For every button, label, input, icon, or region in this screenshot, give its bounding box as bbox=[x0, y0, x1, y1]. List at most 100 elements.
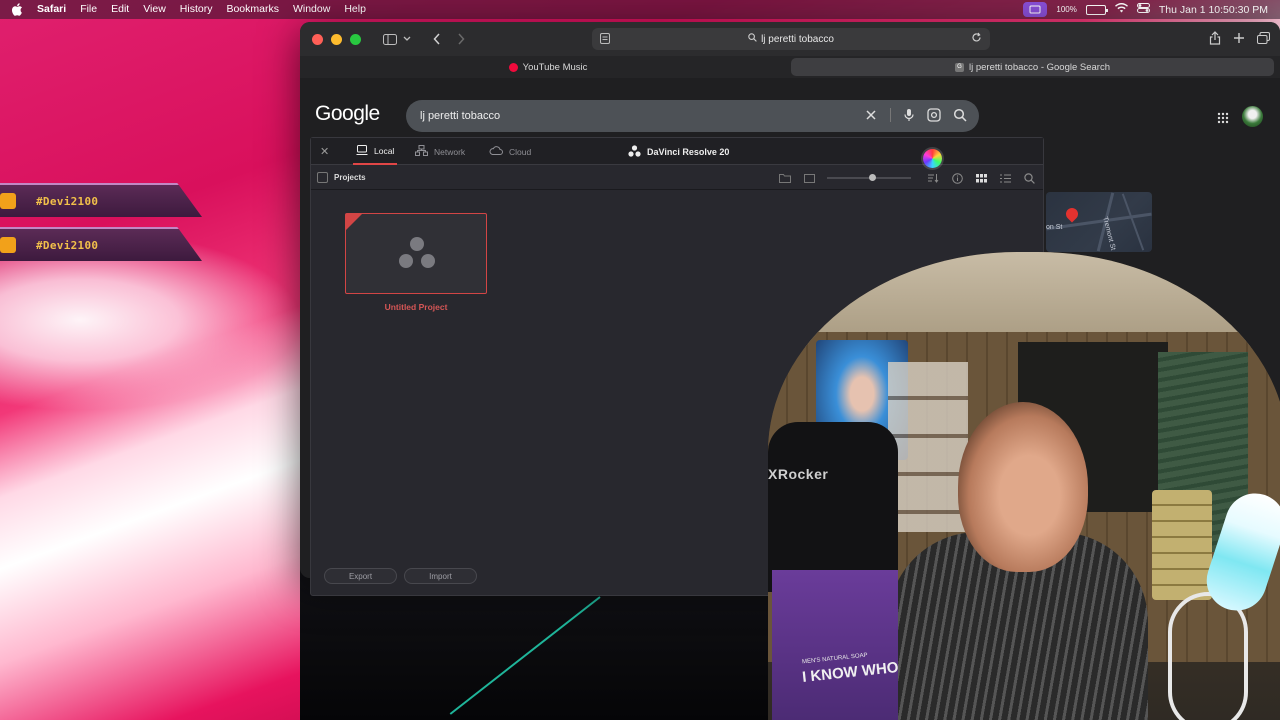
search-divider bbox=[890, 108, 891, 122]
google-apps-icon[interactable] bbox=[1217, 111, 1229, 129]
export-button[interactable]: Export bbox=[324, 568, 397, 584]
network-icon bbox=[415, 145, 428, 158]
menu-help[interactable]: Help bbox=[337, 0, 373, 19]
minimize-window-button[interactable] bbox=[331, 33, 342, 45]
sidebar-toggle-icon[interactable] bbox=[383, 33, 397, 45]
computer-icon bbox=[356, 144, 368, 157]
tab-label: Local bbox=[374, 145, 395, 156]
page-menu-icon[interactable] bbox=[600, 33, 610, 47]
apple-menu-icon[interactable] bbox=[12, 3, 24, 16]
map-road bbox=[1121, 193, 1145, 251]
window-controls bbox=[312, 33, 361, 45]
project-name[interactable]: Untitled Project bbox=[345, 302, 487, 312]
forward-icon[interactable] bbox=[457, 33, 465, 45]
tab-label: Cloud bbox=[509, 146, 532, 157]
projects-toolbar: Projects bbox=[311, 166, 1043, 190]
stream-name-tag: #Devi2100 bbox=[0, 183, 202, 217]
menu-clock[interactable]: Thu Jan 1 10:50:30 PM bbox=[1159, 4, 1268, 16]
twitch-badge-icon bbox=[0, 193, 16, 209]
google-favicon-icon: G bbox=[955, 62, 964, 72]
tab-google-search[interactable]: G lj peretti tobacco - Google Search bbox=[791, 58, 1274, 76]
tab-cloud[interactable]: Cloud bbox=[489, 138, 531, 165]
webcam-mic-stand bbox=[1168, 592, 1248, 720]
address-text: lj peretti tobacco bbox=[761, 33, 834, 45]
webcam-shelf bbox=[888, 362, 968, 532]
webcam-overlay: XRocker MEN'S NATURAL SOAP I KNOW WHO bbox=[768, 252, 1280, 720]
davinci-logo-icon bbox=[398, 236, 436, 275]
tab-local[interactable]: Local bbox=[353, 138, 398, 165]
menu-file[interactable]: File bbox=[73, 0, 104, 19]
cloud-icon bbox=[489, 146, 503, 157]
search-query-text: lj peretti tobacco bbox=[420, 110, 501, 122]
map-street-label: on St bbox=[1046, 224, 1063, 231]
stream-tag-text: #Devi2100 bbox=[36, 238, 99, 252]
menu-view[interactable]: View bbox=[136, 0, 173, 19]
menu-edit[interactable]: Edit bbox=[104, 0, 136, 19]
back-icon[interactable] bbox=[433, 33, 441, 45]
thumbnail-size-slider[interactable] bbox=[827, 174, 911, 181]
map-pin-icon bbox=[1063, 205, 1081, 223]
youtube-music-favicon-icon bbox=[508, 62, 518, 72]
wifi-icon[interactable] bbox=[1114, 3, 1128, 16]
resolve-title: DaVinci Resolve 20 bbox=[628, 138, 729, 165]
chair-brand-text: XRocker bbox=[768, 466, 829, 482]
voice-search-icon[interactable] bbox=[903, 108, 915, 125]
webcam-person-head bbox=[958, 402, 1088, 572]
google-logo[interactable]: Google bbox=[315, 102, 380, 126]
map-thumbnail[interactable]: Tremont St on St bbox=[1046, 192, 1152, 252]
toolbar-right-buttons bbox=[1209, 31, 1270, 50]
menu-history[interactable]: History bbox=[173, 0, 220, 19]
webcam-tins bbox=[1152, 490, 1212, 600]
battery-percent: 100% bbox=[1056, 5, 1077, 14]
battery-icon[interactable] bbox=[1085, 4, 1108, 15]
share-icon[interactable] bbox=[1209, 31, 1221, 50]
youtube-badge-icon bbox=[0, 237, 16, 253]
tab-overview-icon[interactable] bbox=[1257, 31, 1270, 50]
tab-label: Network bbox=[434, 146, 466, 157]
new-tab-icon[interactable] bbox=[1233, 31, 1245, 50]
control-center-icon[interactable] bbox=[1136, 3, 1150, 16]
screen-mirroring-icon[interactable] bbox=[1023, 2, 1048, 17]
lens-search-icon[interactable] bbox=[927, 108, 941, 125]
menu-app-safari[interactable]: Safari bbox=[30, 0, 73, 19]
stream-tag-text: #Devi2100 bbox=[36, 194, 99, 208]
search-icon[interactable] bbox=[1023, 172, 1035, 184]
zoom-window-button[interactable] bbox=[350, 33, 361, 45]
reload-icon[interactable] bbox=[971, 32, 982, 46]
grid-view-icon[interactable] bbox=[975, 172, 987, 184]
project-thumbnail[interactable] bbox=[345, 213, 487, 294]
new-project-icon[interactable] bbox=[803, 172, 815, 184]
webcam-soap-box bbox=[772, 570, 898, 720]
menu-window[interactable]: Window bbox=[286, 0, 337, 19]
tab-label: lj peretti tobacco - Google Search bbox=[969, 61, 1110, 73]
google-search-input[interactable]: lj peretti tobacco bbox=[406, 100, 979, 132]
clear-search-icon[interactable] bbox=[864, 108, 878, 125]
slider-knob[interactable] bbox=[869, 174, 876, 181]
tab-label: YouTube Music bbox=[522, 61, 588, 73]
new-folder-icon[interactable] bbox=[779, 172, 791, 184]
tab-youtube-music[interactable]: YouTube Music bbox=[306, 58, 790, 76]
info-icon[interactable] bbox=[951, 172, 963, 184]
panel-toggle-icon[interactable] bbox=[317, 172, 328, 183]
address-bar[interactable]: lj peretti tobacco bbox=[592, 28, 990, 50]
stream-name-tag: #Devi2100 bbox=[0, 227, 202, 261]
safari-toolbar: lj peretti tobacco bbox=[300, 22, 1280, 56]
davinci-logo-icon bbox=[628, 144, 641, 159]
address-search-icon bbox=[748, 33, 757, 45]
sort-icon[interactable] bbox=[927, 172, 939, 184]
macos-menu-bar: Safari File Edit View History Bookmarks … bbox=[0, 0, 1280, 19]
close-window-button[interactable] bbox=[312, 33, 323, 45]
search-icon[interactable] bbox=[953, 108, 967, 125]
list-view-icon[interactable] bbox=[999, 172, 1011, 184]
webcam-gaming-chair bbox=[768, 422, 898, 592]
chevron-down-icon[interactable] bbox=[403, 36, 411, 42]
import-button[interactable]: Import bbox=[404, 568, 477, 584]
projects-label: Projects bbox=[334, 173, 366, 182]
selected-corner-marker bbox=[346, 214, 362, 230]
tab-bar: YouTube Music G lj peretti tobacco - Goo… bbox=[300, 56, 1280, 78]
account-avatar[interactable] bbox=[1242, 106, 1263, 127]
resolve-title-text: DaVinci Resolve 20 bbox=[647, 146, 730, 157]
tab-network[interactable]: Network bbox=[415, 138, 465, 165]
close-icon[interactable]: ✕ bbox=[320, 145, 329, 158]
menu-bookmarks[interactable]: Bookmarks bbox=[219, 0, 286, 19]
